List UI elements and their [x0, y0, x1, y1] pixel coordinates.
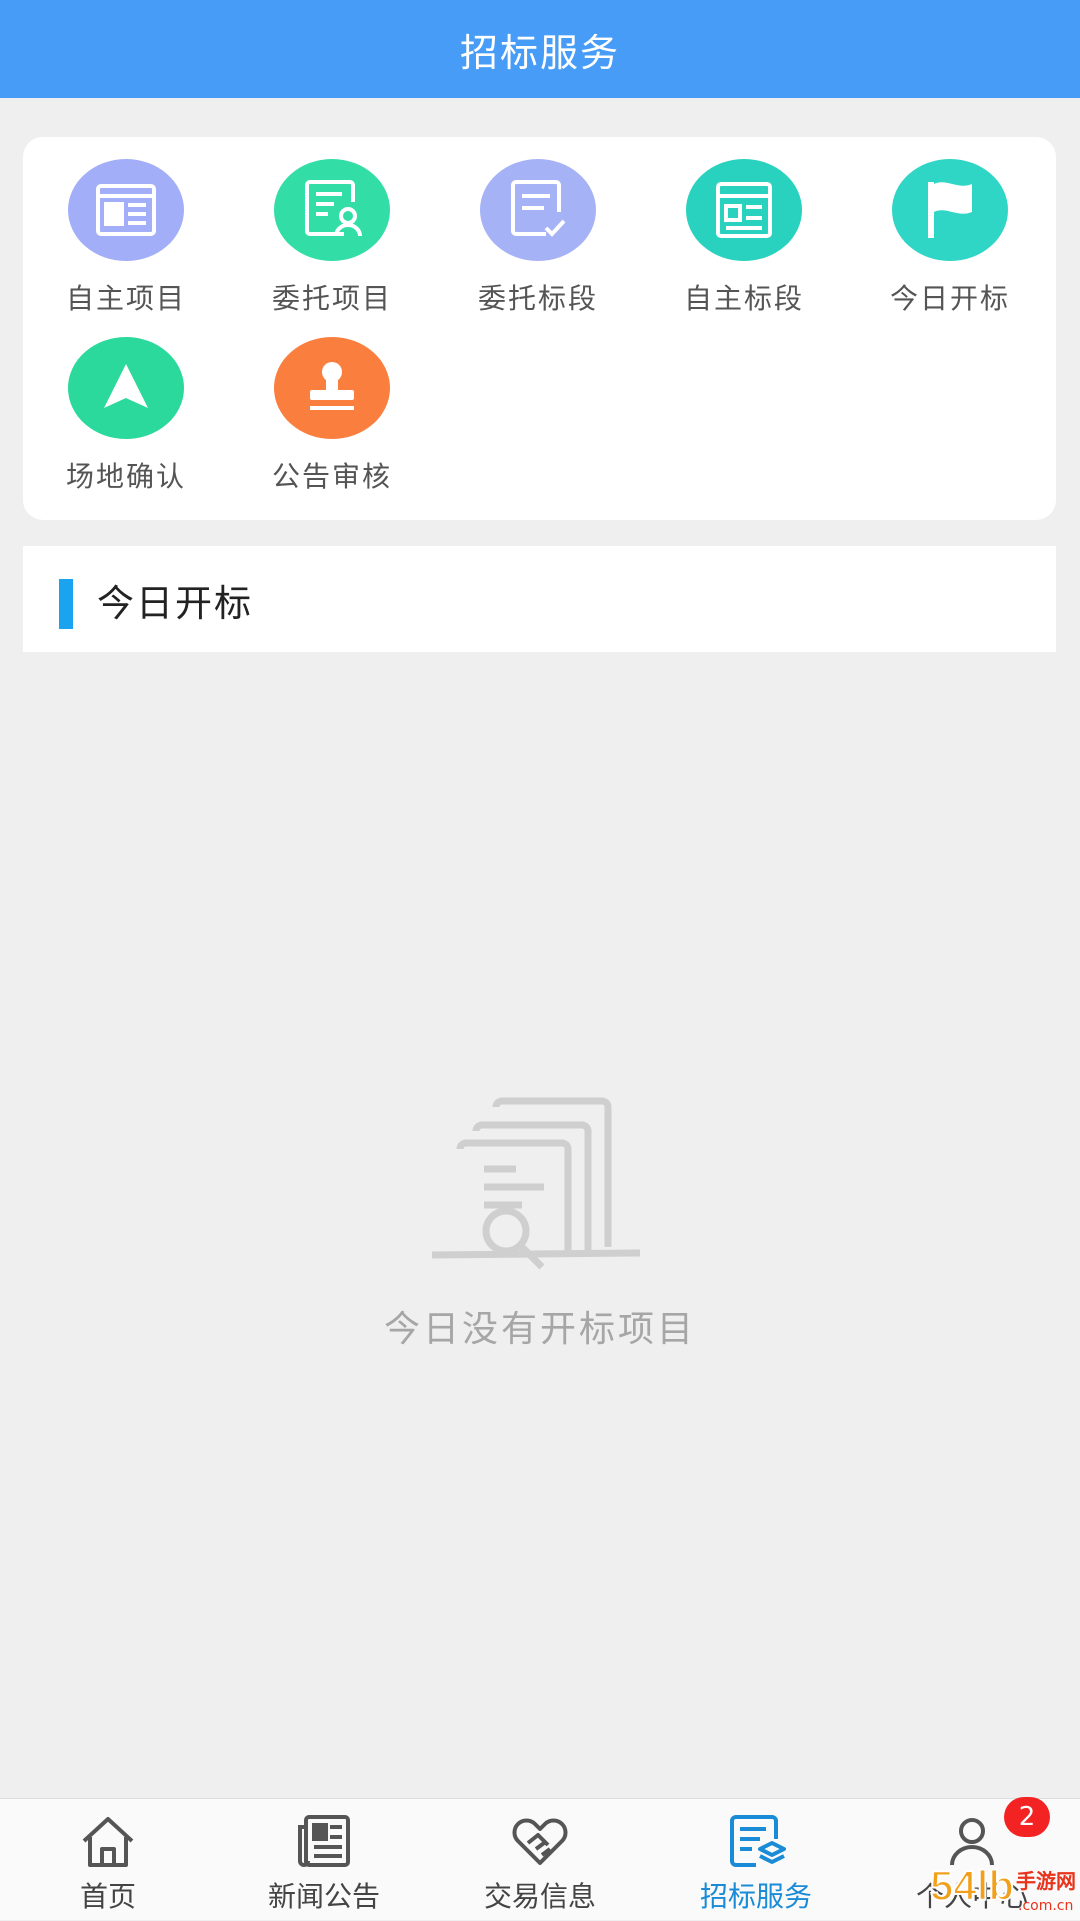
- tab-bidding-service[interactable]: 招标服务: [648, 1799, 864, 1921]
- site-watermark: 54lb 手游网 .com.cn: [929, 1861, 1076, 1914]
- empty-state-text: 今日没有开标项目: [383, 1309, 696, 1350]
- menu-item-label: 自主标段: [683, 282, 804, 315]
- navigation-arrow-icon: [68, 337, 184, 439]
- menu-item-label: 委托标段: [477, 282, 598, 315]
- bottom-tab-bar: 首页 新闻公告 交易信息 招标服务 个人中心: [0, 1798, 1080, 1920]
- today-opening-section-header: 今日开标: [23, 546, 1056, 652]
- handshake-icon: [512, 1818, 568, 1865]
- form-icon: [686, 159, 802, 261]
- service-menu-card: 自主项目 委托项目 委托标段 自主标段 今日开标 场地确认 公告审核: [23, 137, 1056, 520]
- app-header: 招标服务: [0, 0, 1080, 98]
- notification-badge: 2: [1004, 1797, 1050, 1837]
- menu-item-notice-review[interactable]: 公告审核: [229, 315, 435, 493]
- menu-item-self-project[interactable]: 自主项目: [23, 137, 229, 315]
- tab-label: 交易信息: [483, 1880, 596, 1913]
- menu-item-label: 委托项目: [271, 282, 392, 315]
- document-search-icon: [432, 1097, 641, 1270]
- tab-label: 招标服务: [699, 1880, 812, 1913]
- bidding-service-icon: [730, 1815, 786, 1867]
- svg-text:.com.cn: .com.cn: [1018, 1898, 1073, 1914]
- news-icon: [298, 1815, 350, 1867]
- menu-item-entrusted-section[interactable]: 委托标段: [435, 137, 641, 315]
- home-icon: [82, 1817, 134, 1867]
- menu-item-label: 场地确认: [65, 460, 186, 493]
- menu-item-label: 今日开标: [889, 282, 1010, 315]
- tab-label: 新闻公告: [267, 1880, 380, 1913]
- tab-home[interactable]: 首页: [0, 1799, 216, 1921]
- tab-news[interactable]: 新闻公告: [216, 1799, 432, 1921]
- newspaper-icon: [68, 159, 184, 261]
- tab-trade-info[interactable]: 交易信息: [432, 1799, 648, 1921]
- tab-label: 首页: [79, 1880, 136, 1913]
- document-person-icon: [274, 159, 390, 261]
- section-accent-bar: [59, 579, 73, 629]
- page-title: 招标服务: [459, 30, 620, 75]
- svg-text:54lb: 54lb: [930, 1862, 1014, 1909]
- svg-text:手游网: 手游网: [1016, 1869, 1076, 1893]
- menu-item-venue-confirm[interactable]: 场地确认: [23, 315, 229, 493]
- menu-item-label: 公告审核: [271, 460, 392, 493]
- flag-icon: [892, 159, 1008, 261]
- menu-item-label: 自主项目: [65, 282, 186, 315]
- menu-item-today-opening[interactable]: 今日开标: [847, 137, 1053, 315]
- section-title: 今日开标: [97, 582, 253, 625]
- stamp-icon: [274, 337, 390, 439]
- menu-item-entrusted-project[interactable]: 委托项目: [229, 137, 435, 315]
- menu-item-self-section[interactable]: 自主标段: [641, 137, 847, 315]
- document-check-icon: [480, 159, 596, 261]
